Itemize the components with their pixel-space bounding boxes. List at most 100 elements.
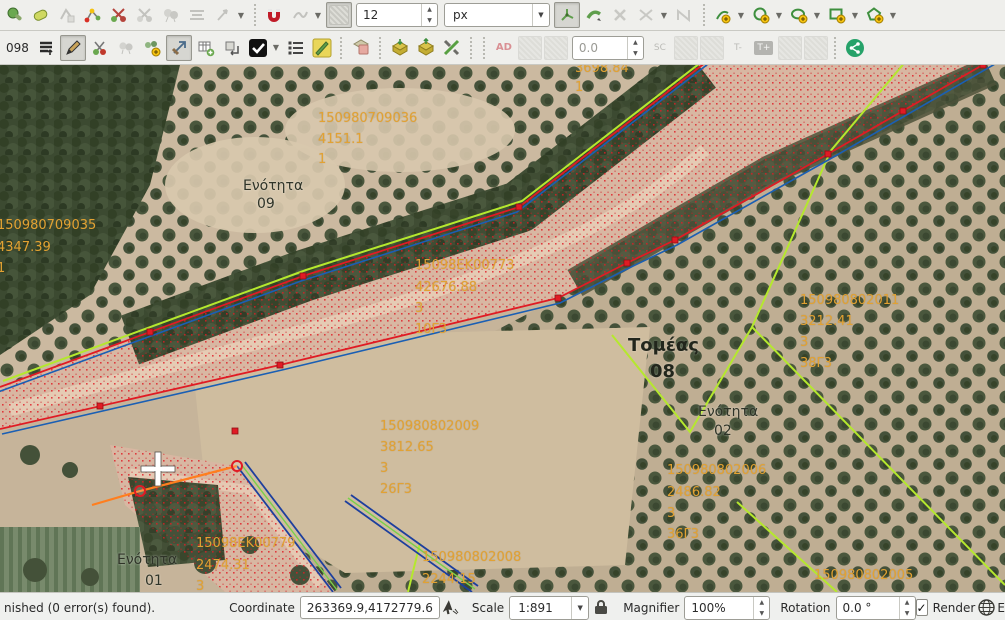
circular-string-icon[interactable] [55,3,79,27]
clip-raster-icon[interactable] [349,36,373,60]
mouse-position-icon[interactable] [441,598,461,618]
construction-mode-icon[interactable] [518,36,542,60]
parallel-lines-icon[interactable] [700,36,724,60]
rotate-feature-dropdown[interactable]: ▼ [236,4,246,26]
add-rectangle-dropdown[interactable]: ▼ [850,4,860,26]
vertex-marker[interactable] [516,204,522,210]
vertex-marker[interactable] [147,329,153,335]
scale-combo[interactable]: 1:891 ▼ [509,596,589,620]
current-edits-icon[interactable] [34,36,58,60]
vertex-tool-button[interactable] [554,2,580,28]
scale-value[interactable]: 1:891 [510,601,571,615]
add-circular-string-dropdown[interactable]: ▼ [736,4,746,26]
select-checkbox-icon[interactable] [246,36,270,60]
rotation-value[interactable]: 0.0 ° [837,597,899,619]
rotation-spinbox[interactable]: 0.0 ° ▲▼ [836,596,916,620]
add-circle-dropdown[interactable]: ▼ [774,4,784,26]
share-network-icon[interactable] [843,36,867,60]
vertex-marker[interactable] [980,65,986,68]
add-rectangle-icon[interactable] [825,3,849,27]
size-spin-arrows[interactable]: ▲▼ [421,4,437,26]
processing-tools-icon[interactable] [440,36,464,60]
edit-vertex-marker[interactable] [135,486,145,496]
vertex-marker[interactable] [97,403,103,409]
scale-combo-arrow[interactable]: ▼ [571,597,588,619]
snap-to-grid-button[interactable] [326,2,352,28]
rotate-feature-icon[interactable] [211,3,235,27]
text-larger-icon[interactable]: T+ [752,36,776,60]
move-vertex-icon[interactable] [582,3,606,27]
offset-curve-dropdown[interactable]: ▼ [659,4,669,26]
add-circular-string-icon[interactable] [711,3,735,27]
select-dropdown[interactable]: ▼ [271,37,281,59]
move-feature-capsule-icon[interactable] [29,3,53,27]
package-import-icon[interactable] [388,36,412,60]
magnifier-spinbox[interactable]: 100% ▲▼ [684,596,770,620]
vertex-marker[interactable] [624,260,630,266]
add-circle-icon[interactable] [749,3,773,27]
vertex-marker[interactable] [825,151,831,157]
new-table-row-icon[interactable] [194,36,218,60]
highlight-label-icon[interactable] [310,36,334,60]
swap-layers-icon[interactable] [220,36,244,60]
crs-label[interactable]: EPSG:210 [997,601,1005,615]
render-checkbox[interactable]: ✓ [916,599,928,616]
add-ellipse-icon[interactable] [787,3,811,27]
delete-vertex-icon[interactable] [608,3,632,27]
crs-globe-icon[interactable] [976,598,996,618]
size-value[interactable]: 12 [357,4,421,26]
vertex-marker[interactable] [232,428,238,434]
map-canvas[interactable]: 3698.8411509807090364151.111509807090354… [0,65,1005,592]
snapping-magnet-icon[interactable] [262,3,286,27]
vertex-marker[interactable] [672,237,678,243]
split-features-icon[interactable] [107,3,131,27]
paste-features-icon[interactable] [140,36,164,60]
toolbar-separator [468,37,475,59]
status-bar: nished (0 error(s) found). Coordinate 26… [0,592,1005,620]
size-spinbox[interactable]: 12 ▲▼ [356,3,438,27]
tracing-icon[interactable] [288,3,312,27]
merge-attributes-icon[interactable] [185,3,209,27]
edit-vertex-marker[interactable] [232,461,242,471]
angle-spin-arrows[interactable]: ▲▼ [627,37,643,59]
reverse-line-icon[interactable] [672,3,696,27]
tracing-dropdown[interactable]: ▼ [313,4,323,26]
magnifier-value[interactable]: 100% [685,597,753,619]
angle-lock-icon[interactable] [778,36,802,60]
enable-advanced-tools-icon[interactable] [3,3,27,27]
add-ellipse-dropdown[interactable]: ▼ [812,4,822,26]
copy-features-icon[interactable] [114,36,138,60]
vertex-marker[interactable] [555,295,561,301]
toggle-editing-button[interactable] [60,35,86,61]
angle-value[interactable]: 0.0 [573,37,627,59]
vertex-marker[interactable] [900,108,906,114]
package-export-icon[interactable] [414,36,438,60]
angle-spinbox[interactable]: 0.0 ▲▼ [572,36,644,60]
perpendicular-mode-icon[interactable] [674,36,698,60]
checklist-icon[interactable] [284,36,308,60]
advanced-digitizing-label: AD [496,42,512,53]
save-edits-scissors-icon[interactable] [88,36,112,60]
reshape-features-icon[interactable] [81,3,105,27]
unit-combo-arrow[interactable]: ▼ [532,4,549,26]
attributes-form-button[interactable] [166,35,192,61]
offset-curve-icon[interactable] [634,3,658,27]
magnifier-arrows[interactable]: ▲▼ [753,597,769,619]
vertex-marker[interactable] [277,362,283,368]
merge-features-icon[interactable] [159,3,183,27]
coordinate-input[interactable]: 263369.9,4172779.6 [300,596,440,619]
snap-common-angle-icon[interactable]: SC [648,36,672,60]
advanced-digitizing-panel-icon[interactable]: AD [492,36,516,60]
add-regular-polygon-dropdown[interactable]: ▼ [888,4,898,26]
toolbar-separator [481,37,488,59]
split-parts-icon[interactable] [133,3,157,27]
rotation-arrows[interactable]: ▲▼ [899,597,915,619]
vertex-marker[interactable] [300,273,306,279]
lock-scale-icon[interactable] [590,598,612,618]
add-regular-polygon-icon[interactable] [863,3,887,27]
unit-combo[interactable]: px ▼ [444,3,550,27]
distance-lock-icon[interactable] [804,36,828,60]
text-smaller-icon[interactable]: T- [726,36,750,60]
unit-value[interactable]: px [445,8,532,22]
parallel-mode-icon[interactable] [544,36,568,60]
